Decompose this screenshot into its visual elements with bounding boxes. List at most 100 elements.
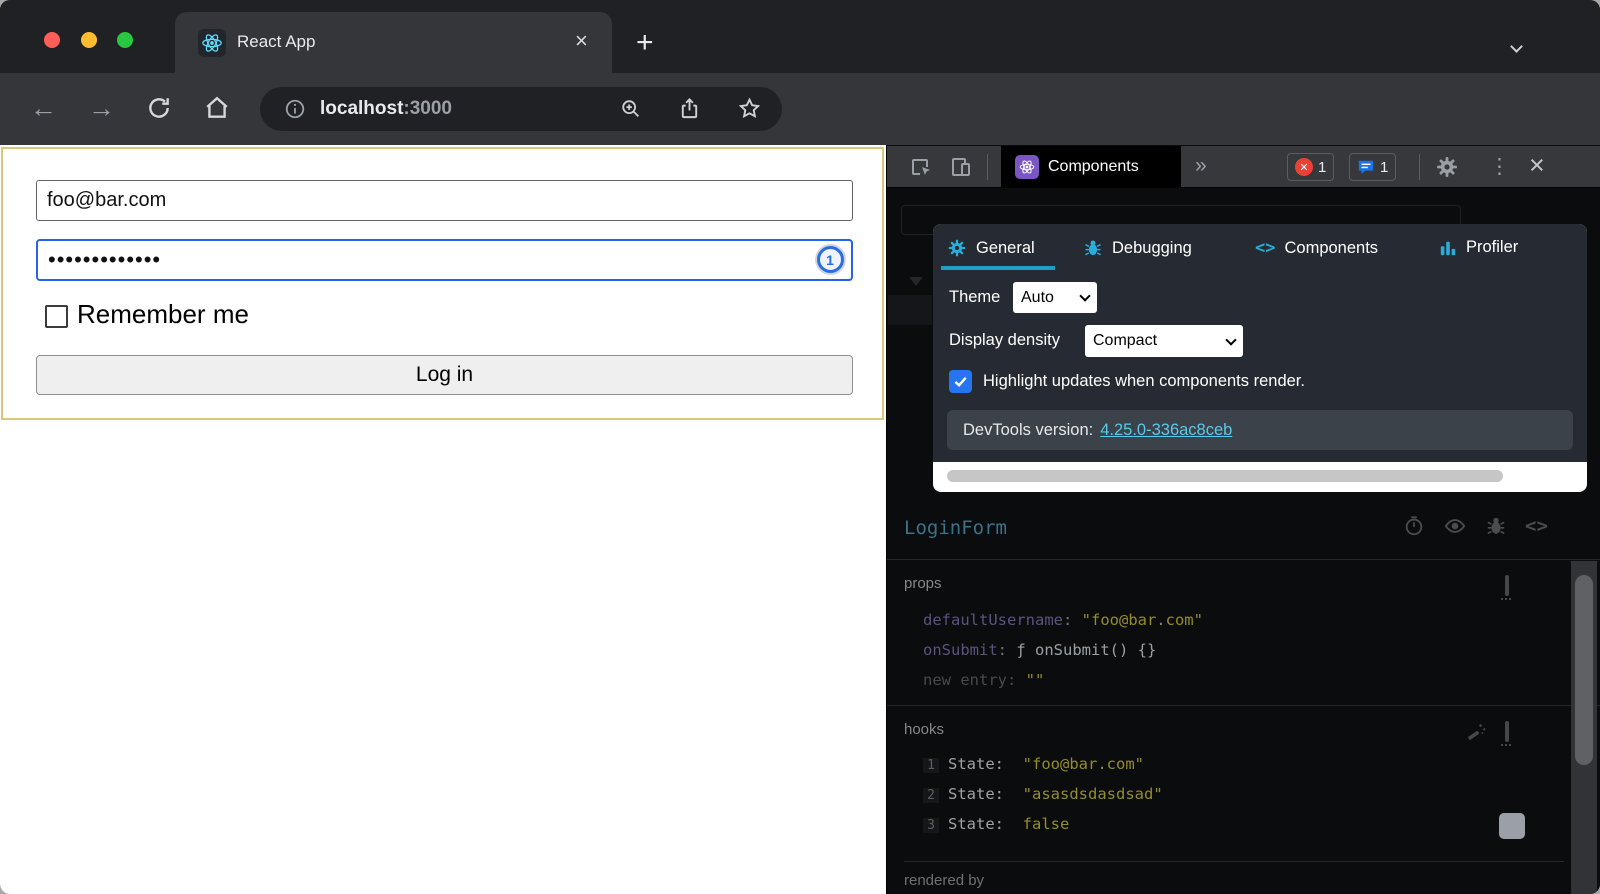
toolbar-separator: [987, 154, 988, 180]
inspect-element-icon[interactable]: [909, 155, 933, 179]
password-field[interactable]: ••••••••••••• 1: [36, 239, 853, 281]
prop-key: onSubmit: [923, 641, 998, 659]
tab-search-chevron-icon[interactable]: [1510, 38, 1523, 56]
theme-select[interactable]: Auto: [1013, 282, 1097, 313]
reload-button[interactable]: [146, 95, 172, 121]
devtools-version-box: DevTools version: 4.25.0-336ac8ceb: [947, 410, 1573, 450]
highlight-updates-checkbox[interactable]: [949, 370, 972, 393]
density-label: Display density: [949, 331, 1060, 349]
copy-props-icon[interactable]: [1505, 575, 1509, 596]
url-port: :3000: [403, 98, 453, 119]
settings-tab-components-label: Components: [1284, 238, 1379, 257]
hook-index: 3: [923, 818, 939, 833]
panel-scrollbar-thumb[interactable]: [1575, 575, 1593, 765]
forward-button[interactable]: →: [88, 93, 115, 124]
share-icon[interactable]: [678, 97, 701, 120]
version-link[interactable]: 4.25.0-336ac8ceb: [1100, 421, 1232, 440]
password-dots: •••••••••••••: [48, 247, 162, 272]
tab-close-icon[interactable]: ×: [575, 30, 588, 52]
devtools-tab-label: Components: [1048, 158, 1139, 175]
error-icon: ✕: [1295, 158, 1313, 176]
devtools-panel: Components » ✕ 1 1 ⋮ × General Debugging…: [886, 145, 1600, 894]
email-field[interactable]: foo@bar.com: [36, 180, 853, 221]
login-form: foo@bar.com ••••••••••••• 1 Remember me …: [1, 147, 884, 420]
issues-icon: [1357, 158, 1375, 176]
hook-row[interactable]: 2 State: "asasdsdasdsad": [923, 785, 1163, 803]
browser-tab[interactable]: React App ×: [175, 12, 612, 73]
devtools-settings-gear-icon[interactable]: [1435, 155, 1459, 179]
url-text[interactable]: localhost:3000: [320, 98, 452, 120]
browser-toolbar: ← → localhost:3000: [0, 73, 1600, 199]
remember-me-checkbox[interactable]: [45, 305, 68, 328]
devtools-close-icon[interactable]: ×: [1529, 150, 1545, 181]
issues-count: 1: [1380, 158, 1389, 176]
tab-title: React App: [237, 32, 316, 51]
more-tabs-chevron[interactable]: »: [1195, 154, 1207, 178]
device-toolbar-icon[interactable]: [949, 155, 973, 179]
minimize-window-button[interactable]: [81, 32, 97, 48]
omnibox[interactable]: localhost:3000: [260, 87, 782, 131]
log-bug-icon[interactable]: [1485, 515, 1507, 537]
suspend-stopwatch-icon[interactable]: [1403, 515, 1425, 537]
site-info-icon[interactable]: [284, 98, 306, 120]
parse-hooks-wand-icon[interactable]: [1465, 721, 1487, 743]
settings-tab-debugging[interactable]: Debugging: [1083, 238, 1192, 258]
devtools-toolbar: Components » ✕ 1 1 ⋮ ×: [887, 146, 1600, 188]
prop-row-new-entry[interactable]: new entry: "": [923, 671, 1044, 689]
density-select[interactable]: Compact: [1085, 325, 1243, 357]
hook-value: false: [1022, 815, 1070, 833]
highlight-updates-label: Highlight updates when components render…: [983, 372, 1305, 390]
dimmed-selected-row: [888, 295, 932, 325]
home-button[interactable]: [204, 95, 230, 121]
hook-row[interactable]: 1 State: "foo@bar.com": [923, 755, 1144, 773]
back-button[interactable]: ←: [30, 93, 57, 124]
settings-tab-profiler[interactable]: Profiler: [1439, 238, 1518, 257]
hook-row[interactable]: 3 State: false: [923, 815, 1069, 833]
hook-index: 2: [923, 788, 939, 803]
view-source-icon[interactable]: <>: [1525, 515, 1548, 537]
maximize-window-button[interactable]: [117, 32, 133, 48]
prop-value: "foo@bar.com": [1081, 611, 1203, 629]
settings-tab-general[interactable]: General: [947, 238, 1035, 258]
zoom-icon[interactable]: [620, 98, 642, 120]
toolbar-separator-2: [1419, 154, 1420, 180]
issues-badge[interactable]: 1: [1349, 153, 1397, 181]
theme-select-value: Auto: [1021, 288, 1054, 306]
browser-window: React App × + ← → localhost:3000 foo@bar…: [0, 0, 1600, 894]
bookmark-star-icon[interactable]: [738, 97, 761, 120]
prop-value: "": [1025, 671, 1045, 689]
new-tab-button[interactable]: +: [636, 26, 654, 60]
dialog-horizontal-scrollbar[interactable]: [947, 470, 1503, 482]
settings-tab-profiler-label: Profiler: [1466, 238, 1519, 256]
devtools-kebab-icon[interactable]: ⋮: [1489, 154, 1510, 179]
error-count: 1: [1318, 158, 1327, 176]
panel-scrollbar-track[interactable]: [1571, 561, 1597, 894]
copy-hooks-icon[interactable]: [1505, 721, 1509, 742]
hook-boolean-checkbox[interactable]: [1499, 813, 1525, 839]
close-window-button[interactable]: [44, 32, 60, 48]
section-divider: [887, 559, 1600, 560]
settings-tab-components[interactable]: <> Components: [1255, 238, 1378, 258]
devtools-tab-components[interactable]: Components: [1001, 146, 1181, 188]
bug-icon: [1085, 240, 1101, 256]
onepassword-field-icon[interactable]: 1: [817, 246, 844, 273]
prop-row[interactable]: onSubmit: ƒ onSubmit() {}: [923, 641, 1156, 659]
login-button[interactable]: Log in: [36, 355, 853, 395]
error-badge[interactable]: ✕ 1: [1287, 153, 1335, 181]
prop-row[interactable]: defaultUsername: "foo@bar.com": [923, 611, 1203, 629]
hook-value: "asasdsdasdsad": [1022, 785, 1163, 803]
inspect-dom-eye-icon[interactable]: [1443, 515, 1467, 537]
hooks-section-title: hooks: [904, 721, 945, 738]
hook-name: State:: [948, 815, 1004, 833]
prop-key: new entry: [923, 671, 1007, 689]
hook-name: State:: [948, 785, 1004, 803]
section-divider: [887, 705, 1600, 706]
chevron-down-icon: [1225, 333, 1237, 346]
hook-name: State:: [948, 755, 1004, 773]
version-label: DevTools version:: [963, 420, 1094, 439]
active-tab-underline: [941, 266, 1055, 270]
page-content: foo@bar.com ••••••••••••• 1 Remember me …: [0, 145, 886, 894]
settings-tab-general-label: General: [976, 238, 1035, 257]
remember-me-label: Remember me: [77, 299, 249, 329]
react-favicon-icon: [198, 29, 226, 57]
